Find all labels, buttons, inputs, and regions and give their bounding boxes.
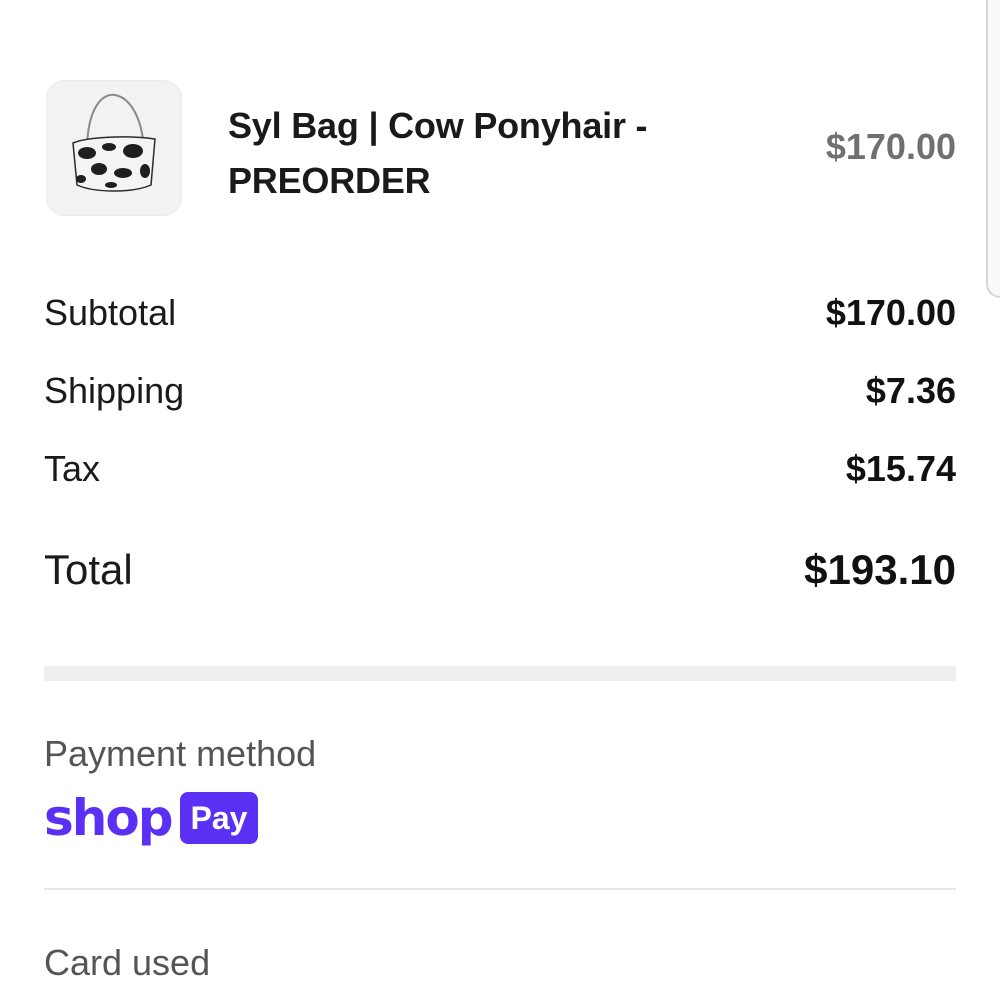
subtotal-label: Subtotal xyxy=(44,292,177,333)
subtotal-value: $170.00 xyxy=(825,292,956,333)
divider xyxy=(44,888,956,890)
shop-pay-logo-shop: shop xyxy=(44,789,173,847)
scrollbar-handle[interactable] xyxy=(986,0,1000,298)
tax-label: Tax xyxy=(44,448,101,489)
total-value: $193.10 xyxy=(804,546,956,593)
product-price: $170.00 xyxy=(825,126,956,167)
payment-method-heading: Payment method xyxy=(44,733,317,774)
tax-row: Tax $15.74 xyxy=(44,448,956,498)
cow-print-bag-image xyxy=(72,93,156,192)
subtotal-row: Subtotal $170.00 xyxy=(44,292,956,342)
tax-value: $15.74 xyxy=(845,448,956,489)
total-row: Total $193.10 xyxy=(44,546,956,596)
shipping-value: $7.36 xyxy=(865,370,956,411)
shop-pay-logo: shop Pay xyxy=(44,789,259,847)
order-item: Syl Bag | Cow Ponyhair - PREORDER $170.0… xyxy=(44,78,956,218)
total-label: Total xyxy=(44,546,133,593)
product-thumbnail xyxy=(46,80,182,216)
section-divider xyxy=(44,666,956,681)
card-used-heading: Card used xyxy=(44,942,211,983)
shipping-row: Shipping $7.36 xyxy=(44,370,956,420)
shipping-label: Shipping xyxy=(44,370,185,411)
shop-pay-logo-pay: Pay xyxy=(179,792,259,844)
product-name: Syl Bag | Cow Ponyhair - PREORDER xyxy=(228,105,648,201)
